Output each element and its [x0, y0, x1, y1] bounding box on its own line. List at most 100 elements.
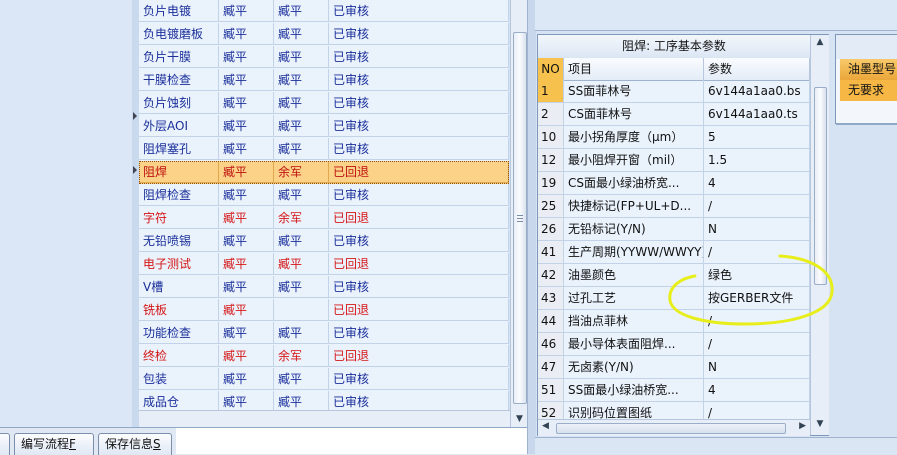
process-col1-cell: 臧平: [219, 92, 274, 114]
param-row[interactable]: 41 生产周期(YYWW/WWYY) /: [538, 241, 810, 264]
param-value-cell: /: [704, 333, 810, 356]
param-value-cell: 4: [704, 379, 810, 402]
param-row[interactable]: 25 快捷标记(FP+UL+D... /: [538, 195, 810, 218]
process-status-cell: 已审核: [329, 276, 509, 298]
process-status-cell: 已回退: [329, 207, 509, 229]
process-col2-cell: 臧平: [274, 0, 329, 22]
process-col1-cell: 臧平: [219, 368, 274, 390]
param-row[interactable]: 52 识别码位置图纸 /: [538, 402, 810, 419]
process-row[interactable]: 阻焊塞孔 臧平 臧平 已审核: [139, 138, 509, 161]
process-col2-cell: 臧平: [274, 230, 329, 252]
column-header-item[interactable]: 项目: [564, 58, 704, 80]
param-row[interactable]: 46 最小导体表面阻焊... /: [538, 333, 810, 356]
param-value-cell: 5: [704, 126, 810, 149]
process-col1-cell: 臧平: [219, 69, 274, 91]
process-row[interactable]: 负片干膜 臧平 臧平 已审核: [139, 46, 509, 69]
save-info-button[interactable]: 保存信息S: [98, 433, 172, 455]
ink-panel: 油墨型号 无要求: [835, 34, 897, 125]
process-col1-cell: 臧平: [219, 184, 274, 206]
process-col1-cell: 臧平: [219, 299, 274, 321]
process-name-cell: 负片蚀刻: [139, 92, 219, 114]
right-bottom-bar: [535, 437, 897, 455]
process-status-cell: 已审核: [329, 138, 509, 160]
process-row[interactable]: 外层AOI 臧平 臧平 已审核: [139, 115, 509, 138]
process-row[interactable]: 阻焊 臧平 余军 已回退: [139, 161, 509, 184]
process-row[interactable]: 无铅喷锡 臧平 臧平 已审核: [139, 230, 509, 253]
process-row[interactable]: 包装 臧平 臧平 已审核: [139, 368, 509, 391]
process-row[interactable]: 铣板 臧平 已回退: [139, 299, 509, 322]
process-grid-vscroll[interactable]: ▼: [510, 0, 528, 427]
param-row[interactable]: 10 最小拐角厚度（μm） 5: [538, 126, 810, 149]
param-item-cell: CS面菲林号: [564, 103, 704, 126]
edit-flow-button[interactable]: 编写流程F: [14, 433, 94, 455]
param-value-cell: 4: [704, 172, 810, 195]
param-value-cell: /: [704, 195, 810, 218]
column-header-no[interactable]: NO: [538, 58, 564, 80]
param-row[interactable]: 2 CS面菲林号 6v144a1aa0.ts: [538, 103, 810, 126]
params-grid-vscroll[interactable]: ▲ ▼: [810, 35, 829, 435]
process-name-cell: V槽: [139, 276, 219, 298]
process-row[interactable]: 负片蚀刻 臧平 臧平 已审核: [139, 92, 509, 115]
process-col2-cell: 臧平: [274, 138, 329, 160]
process-name-cell: 终检: [139, 345, 219, 367]
process-col2-cell: 臧平: [274, 69, 329, 91]
process-col1-cell: 臧平: [219, 161, 274, 183]
process-row[interactable]: 终检 臧平 余军 已回退: [139, 345, 509, 368]
param-row[interactable]: 44 挡油点菲林 /: [538, 310, 810, 333]
scrollbar-thumb[interactable]: [513, 32, 527, 404]
splitter-arrow-icon: [133, 166, 137, 174]
process-row[interactable]: 电子测试 臧平 臧平 已回退: [139, 253, 509, 276]
scroll-up-icon[interactable]: ▲: [811, 37, 829, 51]
process-row[interactable]: 干膜检查 臧平 臧平 已审核: [139, 69, 509, 92]
process-row[interactable]: 阻焊检查 臧平 臧平 已审核: [139, 184, 509, 207]
save-info-label: 保存信息: [105, 437, 154, 451]
param-row[interactable]: 12 最小阻焊开窗（mil） 1.5: [538, 149, 810, 172]
panel-divider[interactable]: [527, 0, 536, 454]
param-row[interactable]: 42 油墨颜色 绿色: [538, 264, 810, 287]
save-info-shortcut: S: [153, 437, 161, 451]
process-row[interactable]: 负片电镀 臧平 臧平 已审核: [139, 0, 509, 23]
scroll-right-icon[interactable]: ▶: [799, 421, 806, 431]
param-no-cell: 44: [538, 310, 564, 333]
params-grid-hscroll[interactable]: ◀ ▶: [538, 419, 810, 436]
column-header-param[interactable]: 参数: [704, 58, 810, 80]
previous-button[interactable]: [0, 433, 10, 455]
param-row[interactable]: 43 过孔工艺 按GERBER文件: [538, 287, 810, 310]
param-item-cell: 无卤素(Y/N): [564, 356, 704, 379]
pane-splitter[interactable]: [132, 0, 139, 427]
param-row[interactable]: 19 CS面最小绿油桥宽... 4: [538, 172, 810, 195]
process-col2-cell: 臧平: [274, 276, 329, 298]
param-no-cell: 46: [538, 333, 564, 356]
param-no-cell: 2: [538, 103, 564, 126]
param-no-cell: 41: [538, 241, 564, 264]
process-row[interactable]: 功能检查 臧平 臧平 已审核: [139, 322, 509, 345]
process-status-cell: 已审核: [329, 322, 509, 344]
param-row[interactable]: 1 SS面菲林号 6v144a1aa0.bs: [538, 80, 810, 103]
splitter-arrow-icon: [133, 112, 137, 120]
process-col1-cell: 臧平: [219, 207, 274, 229]
scrollbar-thumb[interactable]: [556, 423, 786, 434]
scrollbar-thumb[interactable]: [814, 87, 827, 285]
process-status-cell: 已审核: [329, 368, 509, 390]
scroll-down-icon[interactable]: ▼: [511, 411, 528, 427]
scroll-left-icon[interactable]: ◀: [542, 421, 549, 431]
param-row[interactable]: 51 SS面最小绿油桥宽... 4: [538, 379, 810, 402]
param-item-cell: 挡油点菲林: [564, 310, 704, 333]
process-col1-cell: 臧平: [219, 345, 274, 367]
ink-model-value[interactable]: 无要求: [840, 80, 897, 101]
param-item-cell: CS面最小绿油桥宽...: [564, 172, 704, 195]
ink-model-header[interactable]: 油墨型号: [840, 59, 897, 80]
params-panel-title: 阻焊: 工序基本参数: [538, 35, 810, 59]
scroll-down-icon[interactable]: ▼: [811, 419, 829, 433]
process-row[interactable]: 字符 臧平 余军 已回退: [139, 207, 509, 230]
process-col1-cell: 臧平: [219, 115, 274, 137]
param-row[interactable]: 26 无铅标记(Y/N) N: [538, 218, 810, 241]
process-name-cell: 干膜检查: [139, 69, 219, 91]
process-row[interactable]: 负电镀磨板 臧平 臧平 已审核: [139, 23, 509, 46]
param-no-cell: 43: [538, 287, 564, 310]
param-no-cell: 51: [538, 379, 564, 402]
process-row[interactable]: V槽 臧平 臧平 已审核: [139, 276, 509, 299]
param-row[interactable]: 47 无卤素(Y/N) N: [538, 356, 810, 379]
param-item-cell: 生产周期(YYWW/WWYY): [564, 241, 704, 264]
process-grid-footer: [139, 410, 510, 428]
